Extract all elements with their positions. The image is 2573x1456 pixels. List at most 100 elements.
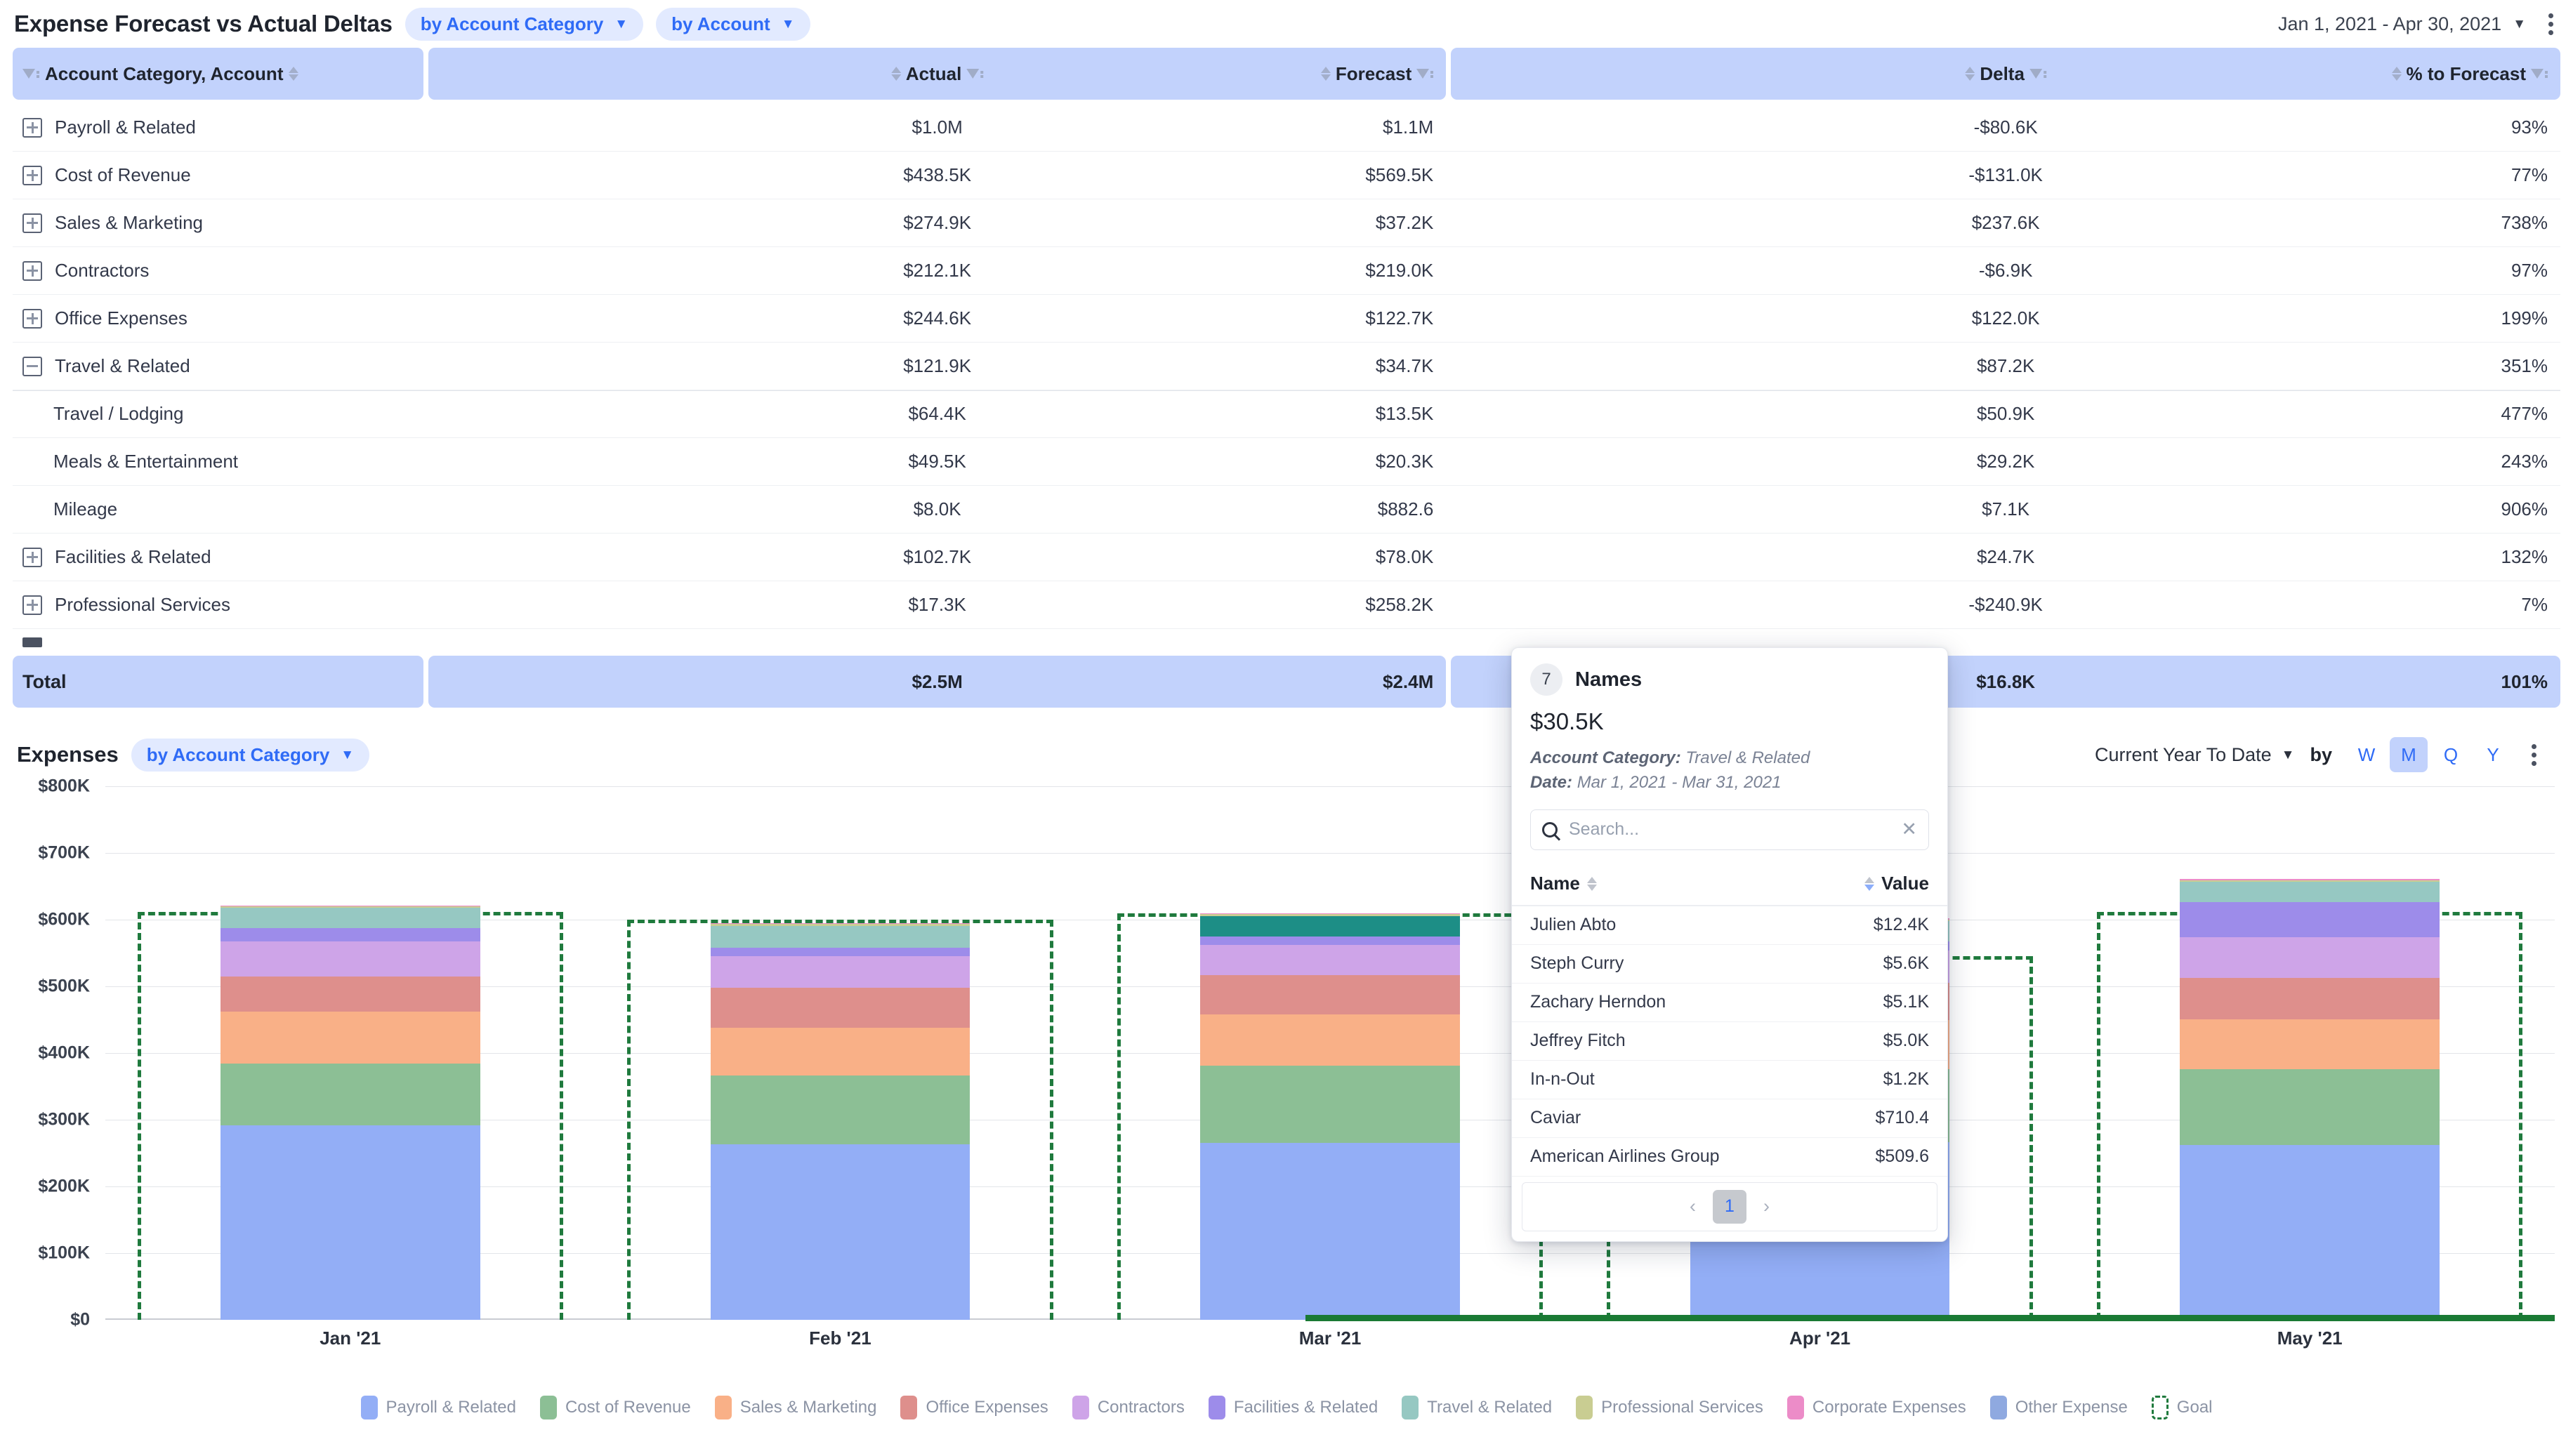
filter-icon[interactable] [1416, 69, 1433, 79]
granularity-button-y[interactable]: Y [2474, 737, 2512, 772]
bar-stack[interactable] [711, 923, 970, 1320]
bar-stack[interactable] [2180, 879, 2440, 1320]
legend-item[interactable]: Payroll & Related [361, 1396, 516, 1419]
popup-table-row[interactable]: Caviar $710.4 [1512, 1099, 1947, 1138]
column-header-pct-to-forecast[interactable]: % to Forecast [2392, 63, 2548, 85]
bar-segment[interactable] [221, 977, 480, 1012]
collapse-row-icon[interactable] [22, 357, 42, 376]
popup-table-row[interactable]: In-n-Out $1.2K [1512, 1061, 1947, 1099]
bar-segment[interactable] [2180, 937, 2440, 978]
table-row[interactable]: Mileage $8.0K $882.6 $7.1K 906% [13, 486, 2560, 534]
table-row[interactable]: Meals & Entertainment $49.5K $20.3K $29.… [13, 438, 2560, 486]
table-row[interactable]: Contractors $212.1K $219.0K -$6.9K 97% [13, 247, 2560, 295]
column-header-delta[interactable]: Delta [1965, 63, 2046, 85]
filter-icon[interactable] [2029, 69, 2046, 79]
bar-segment[interactable] [711, 988, 970, 1028]
close-icon[interactable]: ✕ [1901, 820, 1917, 839]
bar-segment[interactable] [221, 1125, 480, 1320]
bar-segment[interactable] [711, 926, 970, 948]
bar-segment[interactable] [2180, 1019, 2440, 1069]
sort-icon[interactable] [289, 67, 298, 81]
expand-row-icon[interactable] [22, 548, 42, 567]
groupby-account-category-pill[interactable]: by Account Category ▼ [405, 8, 643, 41]
sort-icon[interactable] [2392, 67, 2402, 81]
legend-item[interactable]: Contractors [1072, 1396, 1185, 1419]
bar-stack[interactable] [221, 906, 480, 1320]
bar-segment[interactable] [1200, 1143, 1460, 1320]
table-row[interactable]: Travel / Lodging $64.4K $13.5K $50.9K 47… [13, 390, 2560, 438]
filter-icon[interactable] [22, 69, 39, 79]
granularity-button-q[interactable]: Q [2432, 737, 2470, 772]
bar-segment[interactable] [711, 948, 970, 956]
bar-stack[interactable] [1200, 913, 1460, 1320]
bar-segment[interactable] [1200, 945, 1460, 975]
kebab-menu-icon[interactable] [2527, 740, 2541, 770]
pagination-next-button[interactable]: › [1759, 1196, 1774, 1217]
bar-segment[interactable] [1200, 937, 1460, 945]
period-select[interactable]: Current Year To Date ▼ [2095, 744, 2294, 766]
date-range-selector[interactable]: Jan 1, 2021 - Apr 30, 2021 ▼ [2278, 13, 2526, 35]
bar-segment[interactable] [2180, 882, 2440, 902]
popup-table-row[interactable]: American Airlines Group $509.6 [1512, 1138, 1947, 1177]
popup-table-row[interactable]: Zachary Herndon $5.1K [1512, 984, 1947, 1022]
bar-segment[interactable] [711, 1028, 970, 1076]
bar-segment[interactable] [221, 928, 480, 941]
bar-segment[interactable] [221, 1064, 480, 1125]
expand-row-icon[interactable] [22, 595, 42, 615]
table-row[interactable]: Travel & Related $121.9K $34.7K $87.2K 3… [13, 343, 2560, 390]
bar-segment[interactable] [221, 1012, 480, 1064]
table-row[interactable]: Payroll & Related $1.0M $1.1M -$80.6K 93… [13, 104, 2560, 152]
legend-item[interactable]: Professional Services [1576, 1396, 1763, 1419]
bar-segment[interactable] [2180, 902, 2440, 937]
search-input[interactable] [1569, 819, 1890, 840]
legend-item[interactable]: Facilities & Related [1209, 1396, 1378, 1419]
legend-item[interactable]: Travel & Related [1402, 1396, 1552, 1419]
filter-icon[interactable] [2531, 69, 2548, 79]
expand-row-icon[interactable] [22, 309, 42, 329]
table-row[interactable]: Professional Services $17.3K $258.2K -$2… [13, 581, 2560, 629]
bar-segment[interactable] [1200, 1014, 1460, 1066]
column-header-account-category[interactable]: Account Category, Account [13, 48, 423, 100]
legend-item[interactable]: Goal [2152, 1396, 2213, 1419]
legend-item[interactable]: Other Expense [1990, 1396, 2128, 1419]
legend-item[interactable]: Office Expenses [900, 1396, 1048, 1419]
bar-segment[interactable] [221, 941, 480, 976]
bar-segment[interactable] [2180, 1069, 2440, 1145]
sort-icon[interactable] [1965, 67, 1975, 81]
popup-table-row[interactable]: Julien Abto $12.4K [1512, 906, 1947, 945]
bar-segment[interactable] [2180, 978, 2440, 1019]
bar-segment[interactable] [711, 956, 970, 988]
filter-icon[interactable] [966, 69, 983, 79]
popup-table-row[interactable]: Jeffrey Fitch $5.0K [1512, 1022, 1947, 1061]
kebab-menu-icon[interactable] [2544, 9, 2558, 39]
bar-segment[interactable] [1200, 1066, 1460, 1143]
pagination-prev-button[interactable]: ‹ [1685, 1196, 1700, 1217]
popup-search-box[interactable]: ✕ [1530, 809, 1929, 850]
column-header-forecast[interactable]: Forecast [1321, 63, 1433, 85]
popup-column-header-name[interactable]: Name [1512, 873, 1800, 894]
chart-groupby-pill[interactable]: by Account Category ▼ [131, 739, 369, 772]
bar-segment[interactable] [1200, 975, 1460, 1014]
sort-icon[interactable] [1321, 67, 1331, 81]
bar-segment[interactable] [2180, 1145, 2440, 1320]
table-row[interactable]: Office Expenses $244.6K $122.7K $122.0K … [13, 295, 2560, 343]
table-row[interactable]: Cost of Revenue $438.5K $569.5K -$131.0K… [13, 152, 2560, 199]
bar-segment[interactable] [711, 1144, 970, 1320]
table-row[interactable]: Facilities & Related $102.7K $78.0K $24.… [13, 534, 2560, 581]
groupby-account-pill[interactable]: by Account ▼ [656, 8, 810, 41]
expand-row-icon[interactable] [22, 118, 42, 138]
legend-item[interactable]: Sales & Marketing [715, 1396, 877, 1419]
expand-row-icon[interactable] [22, 213, 42, 233]
bar-segment[interactable] [1200, 916, 1460, 937]
popup-table-row[interactable]: Steph Curry $5.6K [1512, 945, 1947, 984]
sort-icon[interactable] [1587, 877, 1597, 891]
sort-icon[interactable] [1864, 877, 1874, 891]
column-header-actual[interactable]: Actual [891, 63, 983, 85]
popup-column-header-value[interactable]: Value [1800, 873, 1947, 894]
legend-item[interactable]: Cost of Revenue [540, 1396, 691, 1419]
expand-row-icon[interactable] [22, 261, 42, 281]
bar-segment[interactable] [711, 1076, 970, 1144]
sort-icon[interactable] [891, 67, 901, 81]
expand-row-icon[interactable] [22, 166, 42, 185]
granularity-button-m[interactable]: M [2390, 737, 2428, 772]
